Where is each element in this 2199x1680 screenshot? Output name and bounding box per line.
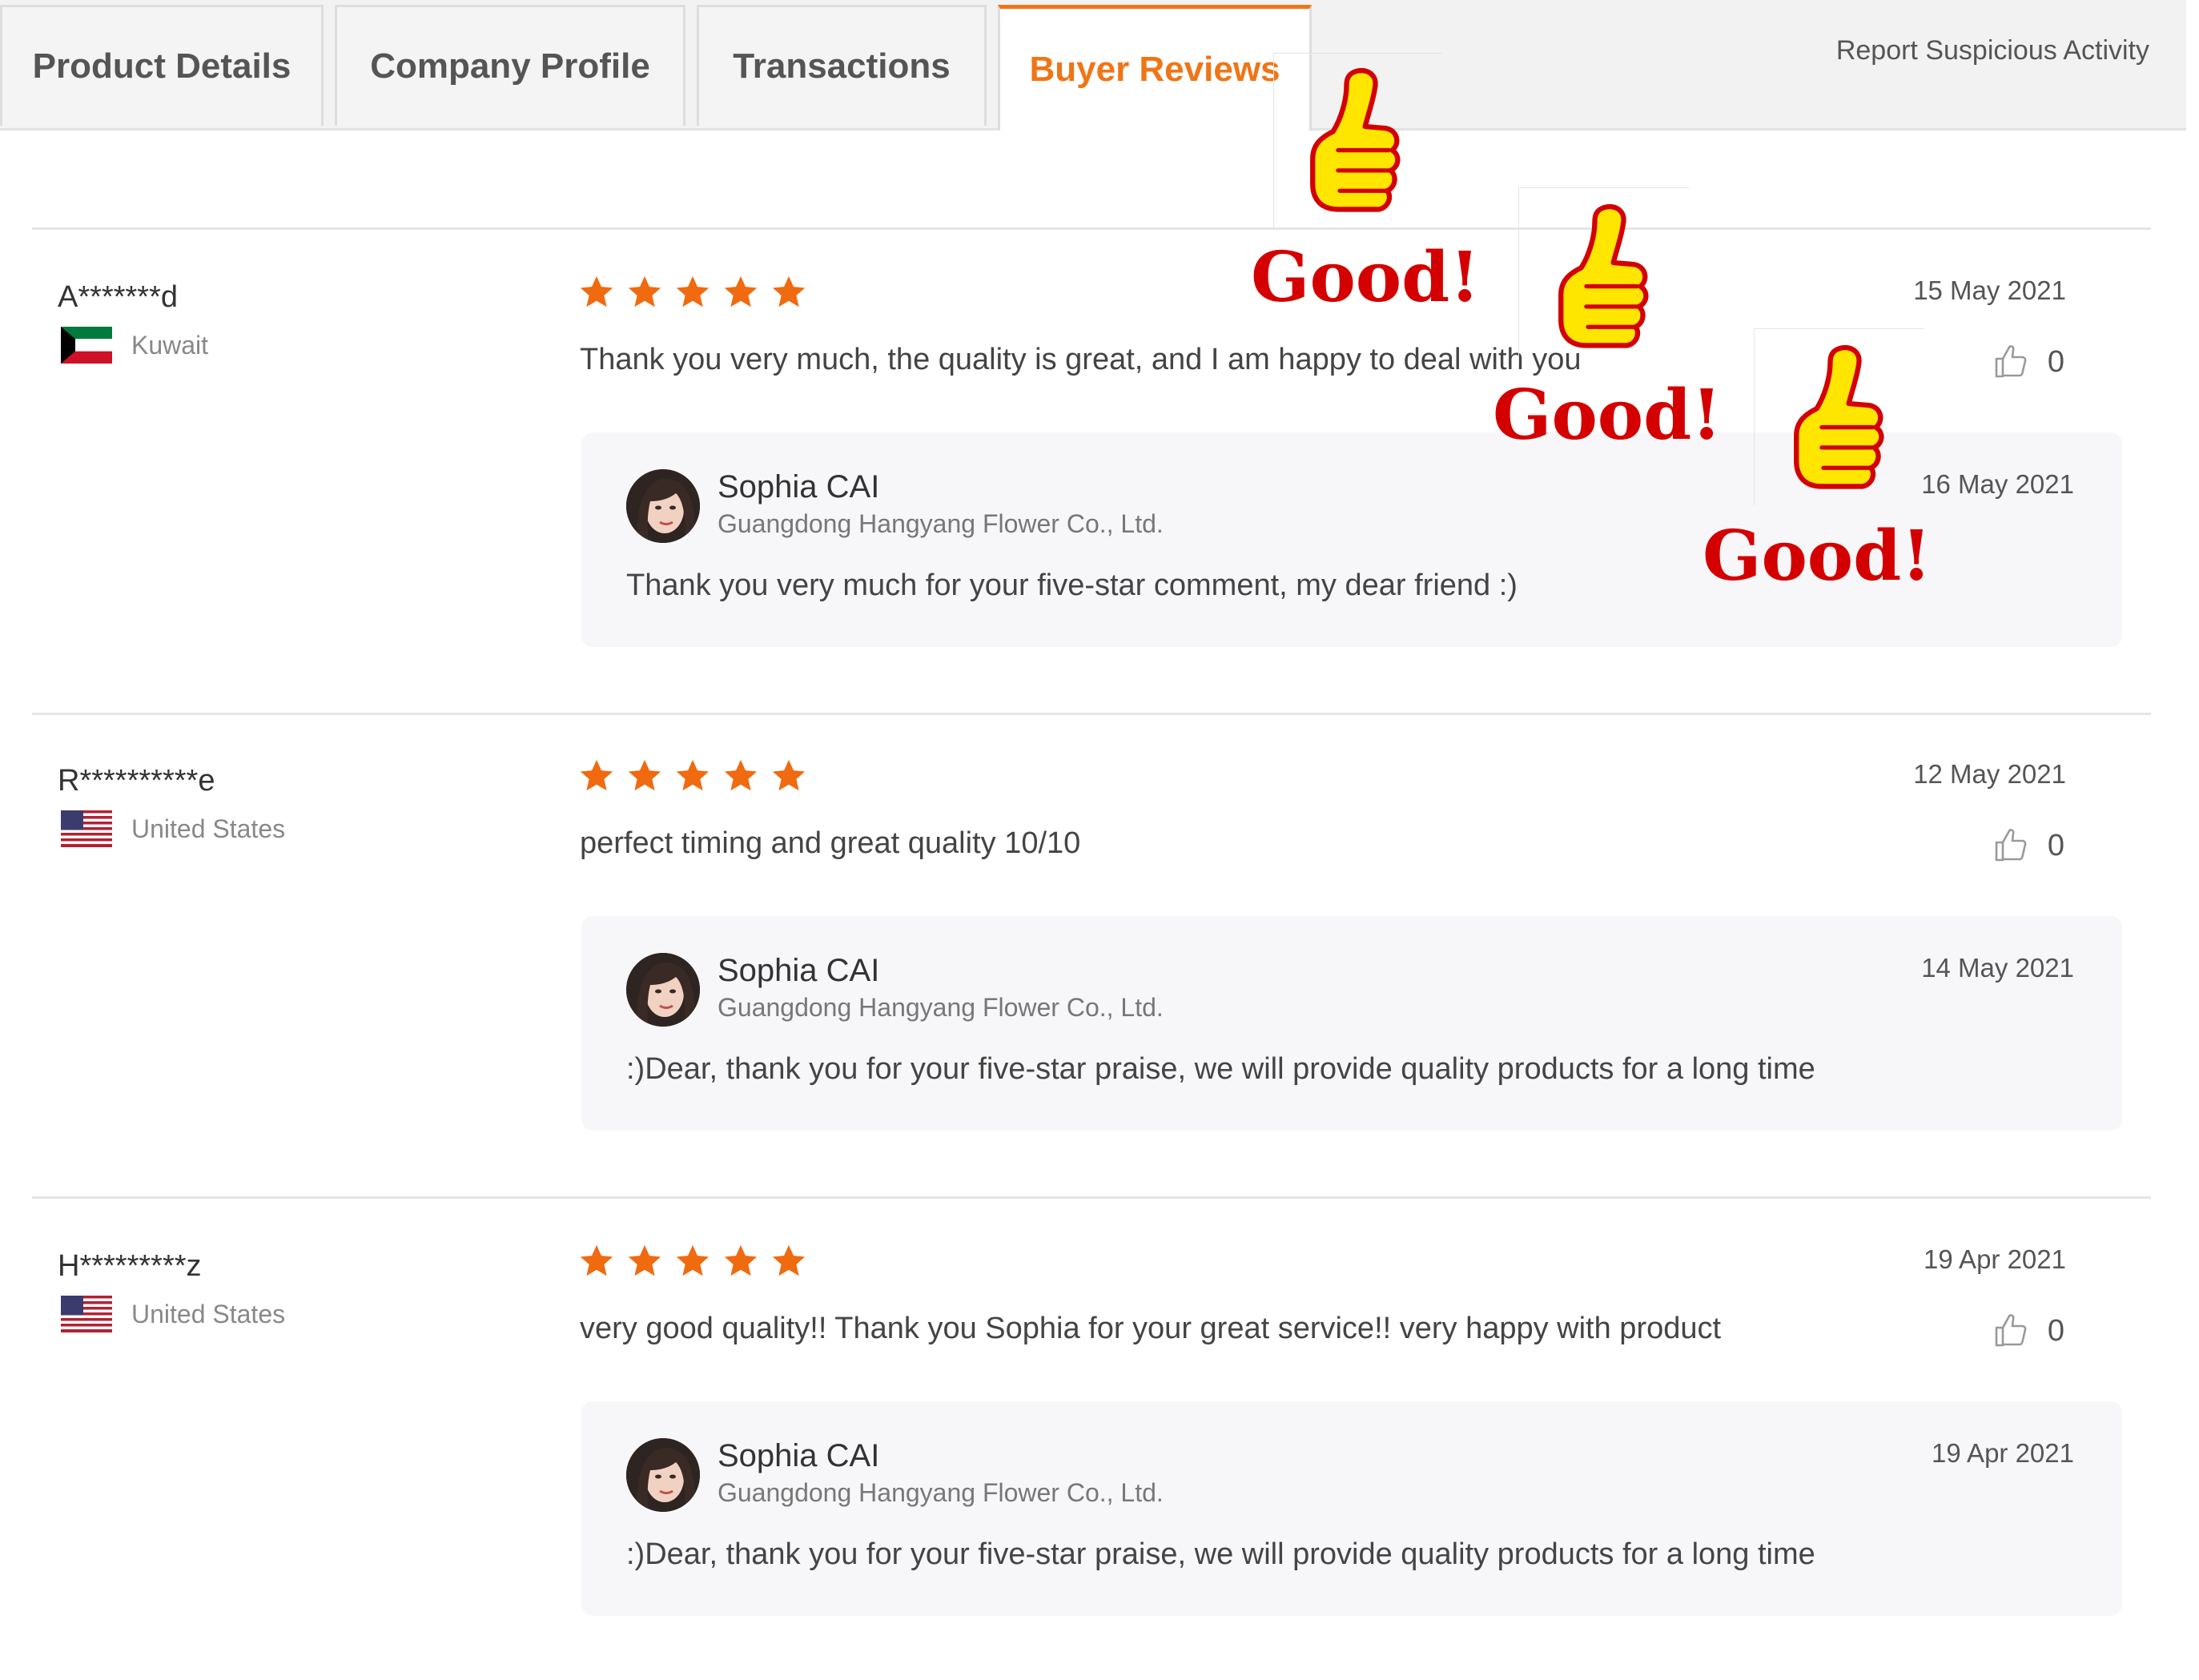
star-rating bbox=[578, 758, 807, 794]
avatar bbox=[626, 1438, 700, 1512]
like-button[interactable]: 0 bbox=[1992, 343, 2064, 381]
star-icon bbox=[770, 1243, 807, 1280]
reply-date: 19 Apr 2021 bbox=[1932, 1438, 2074, 1468]
reply-date: 16 May 2021 bbox=[1921, 469, 2074, 499]
seller-reply: Sophia CAI Guangdong Hangyang Flower Co.… bbox=[581, 1401, 2122, 1616]
buyer-country: United States bbox=[61, 1296, 285, 1332]
star-icon bbox=[674, 274, 711, 311]
sticker-frame bbox=[1273, 53, 1442, 230]
sticker-frame bbox=[1754, 328, 1924, 505]
reply-text: :)Dear, thank you for your five-star pra… bbox=[626, 1052, 1815, 1086]
review-date: 12 May 2021 bbox=[1913, 759, 2066, 789]
kuwait-flag-icon bbox=[61, 327, 112, 364]
reply-text: Thank you very much for your five-star c… bbox=[626, 569, 1518, 602]
star-rating bbox=[578, 274, 807, 311]
review-item: H*********z United States very good qual… bbox=[32, 1200, 2151, 1680]
review-text: perfect timing and great quality 10/10 bbox=[580, 826, 1081, 860]
reply-date: 14 May 2021 bbox=[1921, 953, 2074, 983]
star-icon bbox=[578, 758, 615, 794]
seller-name: Sophia CAI bbox=[718, 469, 880, 504]
review-date: 19 Apr 2021 bbox=[1924, 1244, 2066, 1274]
seller-name: Sophia CAI bbox=[718, 953, 880, 988]
sticker-frame bbox=[1518, 187, 1689, 364]
reply-text: :)Dear, thank you for your five-star pra… bbox=[626, 1537, 1815, 1571]
star-icon bbox=[674, 758, 711, 794]
star-icon bbox=[722, 758, 759, 794]
tab-company-profile[interactable]: Company Profile bbox=[335, 5, 685, 126]
review-text: Thank you very much, the quality is grea… bbox=[580, 343, 1582, 376]
star-icon bbox=[578, 1243, 615, 1280]
star-icon bbox=[626, 274, 663, 311]
like-button[interactable]: 0 bbox=[1992, 826, 2064, 865]
star-icon bbox=[770, 274, 807, 311]
divider bbox=[32, 227, 2151, 230]
like-button[interactable]: 0 bbox=[1992, 1312, 2064, 1350]
country-name: Kuwait bbox=[131, 330, 209, 360]
seller-reply: Sophia CAI Guangdong Hangyang Flower Co.… bbox=[581, 916, 2122, 1131]
like-count: 0 bbox=[2047, 1313, 2064, 1348]
seller-company: Guangdong Hangyang Flower Co., Ltd. bbox=[718, 509, 1164, 538]
review-item: R**********e United States perfect timin… bbox=[32, 714, 2151, 1195]
buyer-name: A*******d bbox=[58, 280, 178, 314]
good-sticker-text: Good! bbox=[1703, 516, 1932, 597]
buyer-name: R**********e bbox=[58, 764, 215, 798]
star-icon bbox=[626, 758, 663, 794]
us-flag-icon bbox=[61, 810, 112, 847]
thumbs-up-icon bbox=[1992, 826, 2030, 865]
star-icon bbox=[770, 758, 807, 794]
star-icon bbox=[674, 1243, 711, 1280]
star-icon bbox=[626, 1243, 663, 1280]
seller-company: Guangdong Hangyang Flower Co., Ltd. bbox=[718, 1478, 1164, 1507]
avatar bbox=[626, 469, 700, 543]
star-icon bbox=[722, 274, 759, 311]
good-sticker-text: Good! bbox=[1493, 375, 1723, 456]
buyer-country: Kuwait bbox=[61, 327, 208, 364]
country-name: United States bbox=[131, 1299, 286, 1328]
tab-buyer-reviews[interactable]: Buyer Reviews bbox=[998, 5, 1312, 131]
tab-product-details[interactable]: Product Details bbox=[0, 5, 324, 126]
avatar bbox=[626, 953, 700, 1027]
buyer-name: H*********z bbox=[58, 1249, 202, 1283]
us-flag-icon bbox=[61, 1296, 112, 1332]
buyer-country: United States bbox=[61, 810, 285, 847]
review-text: very good quality!! Thank you Sophia for… bbox=[580, 1312, 1722, 1345]
thumbs-up-icon bbox=[1992, 343, 2030, 381]
good-sticker-text: Good! bbox=[1251, 237, 1481, 318]
country-name: United States bbox=[131, 814, 286, 843]
seller-name: Sophia CAI bbox=[718, 1438, 880, 1473]
tab-transactions[interactable]: Transactions bbox=[697, 5, 987, 126]
divider bbox=[32, 1196, 2151, 1199]
review-date: 15 May 2021 bbox=[1913, 275, 2066, 305]
star-rating bbox=[578, 1243, 807, 1280]
like-count: 0 bbox=[2047, 828, 2064, 862]
star-icon bbox=[578, 274, 615, 311]
report-suspicious-activity-link[interactable]: Report Suspicious Activity bbox=[1836, 35, 2149, 66]
star-icon bbox=[722, 1243, 759, 1280]
seller-company: Guangdong Hangyang Flower Co., Ltd. bbox=[718, 993, 1164, 1022]
like-count: 0 bbox=[2047, 344, 2064, 379]
thumbs-up-icon bbox=[1992, 1312, 2030, 1350]
tab-bar: Product Details Company Profile Transact… bbox=[0, 0, 2186, 131]
